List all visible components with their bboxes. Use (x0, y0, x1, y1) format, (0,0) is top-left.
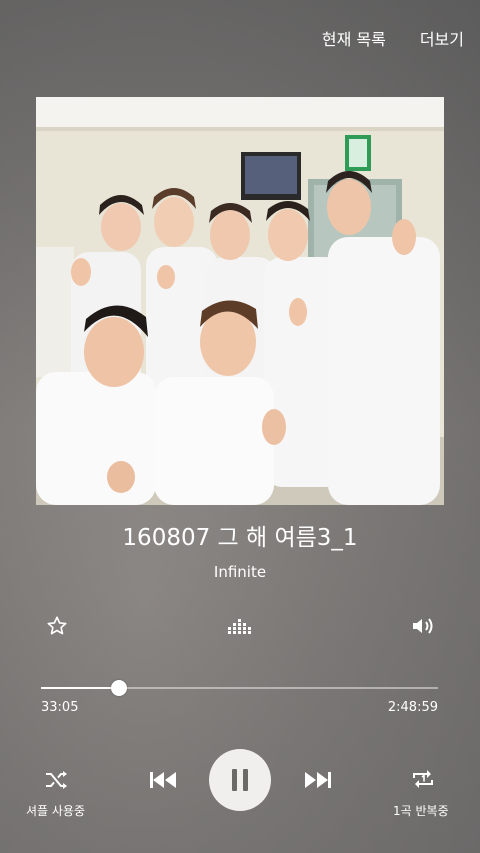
equalizer-icon (228, 619, 251, 634)
seek-progress (41, 687, 119, 689)
track-artist: Infinite (213, 563, 267, 581)
pause-icon (229, 769, 251, 791)
repeat-one-icon (413, 770, 433, 788)
repeat-button[interactable] (408, 765, 438, 793)
album-art (36, 97, 444, 505)
shuffle-status: 셔플 사용중 (26, 804, 86, 818)
more-button[interactable]: 더보기 (420, 26, 464, 50)
track-title: 160807 그 해 여름3_1 (122, 525, 358, 551)
seek-bar[interactable] (41, 680, 438, 696)
skip-next-icon (305, 772, 331, 788)
volume-icon (413, 618, 433, 634)
shuffle-button[interactable] (42, 766, 72, 794)
volume-button[interactable] (409, 613, 437, 639)
star-outline-icon (47, 616, 67, 635)
top-bar: 현재 목록 더보기 (322, 26, 464, 50)
repeat-status: 1곡 반복중 (393, 804, 449, 818)
current-list-button[interactable]: 현재 목록 (322, 26, 386, 50)
total-duration: 2:48:59 (387, 700, 438, 715)
seek-thumb[interactable] (110, 680, 127, 696)
shuffle-icon (46, 771, 67, 789)
previous-button[interactable] (147, 766, 179, 794)
next-button[interactable] (302, 766, 334, 794)
pause-button[interactable] (209, 749, 271, 811)
elapsed-time: 33:05 (41, 700, 79, 715)
skip-previous-icon (150, 772, 176, 788)
equalizer-button[interactable] (226, 613, 252, 639)
favorite-button[interactable] (44, 613, 70, 639)
